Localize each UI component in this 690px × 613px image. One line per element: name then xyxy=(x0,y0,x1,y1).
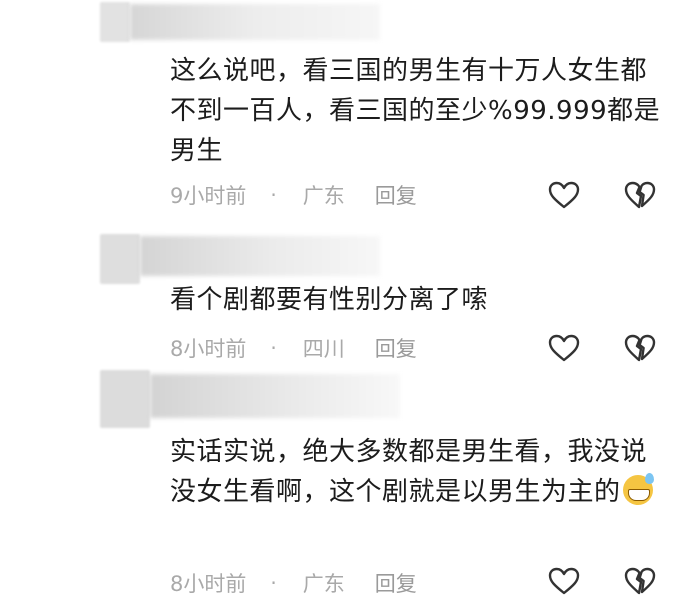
broken-heart-icon[interactable] xyxy=(624,333,656,363)
reply-button[interactable]: 回复 xyxy=(375,333,417,363)
comment-meta: 8小时前 · 四川 回复 xyxy=(170,333,417,363)
broken-heart-icon[interactable] xyxy=(624,566,656,596)
comment-location: 广东 xyxy=(302,184,345,208)
comment-item: 这么说吧，看三国的男生有十万人女生都不到一百人，看三国的至少%99.999都是男… xyxy=(0,0,690,220)
reply-button[interactable]: 回复 xyxy=(375,568,417,598)
comment-text: 实话实说，绝大多数都是男生看，我没说没女生看啊，这个剧就是以男生为主的 xyxy=(170,432,670,512)
username-redacted[interactable] xyxy=(130,4,380,40)
username-redacted[interactable] xyxy=(140,236,380,276)
heart-outline-icon[interactable] xyxy=(548,333,580,363)
reply-button[interactable]: 回复 xyxy=(375,180,417,210)
avatar[interactable] xyxy=(100,2,130,42)
comment-location: 四川 xyxy=(302,337,345,361)
avatar[interactable] xyxy=(100,234,140,284)
grinning-sweat-emoji xyxy=(622,473,654,505)
heart-outline-icon[interactable] xyxy=(548,180,580,210)
separator: · xyxy=(270,183,277,207)
comment-meta: 8小时前 · 广东 回复 xyxy=(170,568,417,598)
comment-item: 看个剧都要有性别分离了嗦 8小时前 · 四川 回复 xyxy=(0,220,690,370)
comment-time: 8小时前 xyxy=(170,337,247,361)
separator: · xyxy=(270,571,277,595)
username-redacted[interactable] xyxy=(150,374,400,418)
comment-item: 实话实说，绝大多数都是男生看，我没说没女生看啊，这个剧就是以男生为主的 8小时前… xyxy=(0,370,690,613)
comment-time: 9小时前 xyxy=(170,184,247,208)
comment-time: 8小时前 xyxy=(170,572,247,596)
separator: · xyxy=(270,336,277,360)
comment-meta: 9小时前 · 广东 回复 xyxy=(170,180,417,210)
comment-location: 广东 xyxy=(302,572,345,596)
broken-heart-icon[interactable] xyxy=(624,180,656,210)
avatar[interactable] xyxy=(100,370,150,428)
heart-outline-icon[interactable] xyxy=(548,566,580,596)
comment-text: 看个剧都要有性别分离了嗦 xyxy=(170,285,489,315)
comment-text: 这么说吧，看三国的男生有十万人女生都不到一百人，看三国的至少%99.999都是男… xyxy=(170,56,661,166)
